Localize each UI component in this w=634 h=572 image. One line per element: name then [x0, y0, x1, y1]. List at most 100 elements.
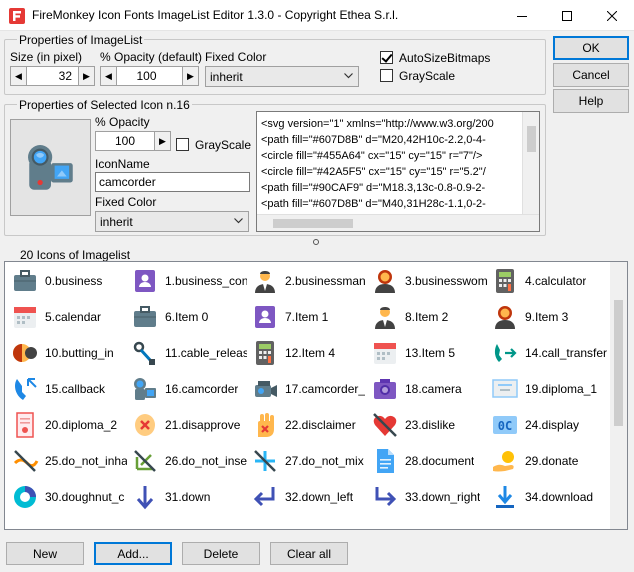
businesswoman-icon — [371, 267, 399, 295]
icon-list-item[interactable]: 26.do_not_inse — [131, 443, 247, 479]
icon-list-item[interactable]: 19.diploma_1 — [491, 371, 607, 407]
svg-line: <path fill="#90CAF9" d="M18.3,13c-0.8-0.… — [261, 182, 486, 194]
icon-list-item[interactable]: 11.cable_releas — [131, 335, 247, 371]
iconname-label: IconName — [95, 157, 150, 171]
imagelist-grayscale-checkbox[interactable] — [380, 69, 393, 82]
icon-list-item[interactable]: 14.call_transfer — [491, 335, 607, 371]
svg-vscroll-thumb[interactable] — [527, 126, 536, 152]
icons-list[interactable]: 0.business 1.business_con 2.businessman 3.b… — [4, 261, 628, 530]
diploma-icon — [491, 375, 519, 403]
icon-list-item-label: 18.camera — [405, 382, 462, 396]
splitter-handle[interactable] — [313, 239, 319, 245]
icons-vertical-scrollbar[interactable] — [610, 262, 627, 529]
icon-list-item-label: 27.do_not_mix — [285, 454, 364, 468]
icon-list-item-label: 15.callback — [45, 382, 106, 396]
cancel-button[interactable]: Cancel — [553, 63, 629, 87]
autosize-label[interactable]: AutoSizeBitmaps — [399, 51, 490, 65]
icon-list-item[interactable]: 12.Item 4 — [251, 335, 367, 371]
icon-list-item[interactable]: 28.document — [371, 443, 487, 479]
size-decrement-button[interactable]: ◀ — [11, 67, 27, 85]
svg-vertical-scrollbar[interactable] — [522, 112, 539, 216]
icon-list-item[interactable]: 25.do_not_inha — [11, 443, 127, 479]
icon-list-item[interactable]: 7.Item 1 — [251, 299, 367, 335]
calendar-icon — [371, 339, 399, 367]
size-value[interactable]: 32 — [27, 67, 78, 85]
icon-list-item[interactable]: 27.do_not_mix — [251, 443, 367, 479]
imagelist-grayscale-label[interactable]: GrayScale — [399, 69, 455, 83]
icon-list-item[interactable]: 33.down_right — [371, 479, 487, 515]
icon-list-item[interactable]: 10.butting_in — [11, 335, 127, 371]
opacity-decrement-button[interactable]: ◀ — [101, 67, 117, 85]
icon-opacity-increment-button[interactable]: ▶ — [154, 132, 170, 150]
icons-panel-legend: 20 Icons of Imagelist — [20, 248, 131, 262]
icon-list-item-label: 30.doughnut_c — [45, 490, 125, 504]
window-title: FireMonkey Icon Fonts ImageList Editor 1… — [32, 8, 399, 22]
icon-grayscale-label[interactable]: GrayScale — [195, 138, 251, 152]
maximize-button[interactable] — [544, 0, 589, 31]
icon-list-item[interactable]: 20.diploma_2 — [11, 407, 127, 443]
icon-list-item[interactable]: 2.businessman — [251, 263, 367, 299]
arrow-right-icon: ▶ — [159, 135, 166, 146]
svg-text-lines[interactable]: <svg version="1" xmlns="http://www.w3.or… — [261, 116, 523, 212]
close-button[interactable] — [589, 0, 634, 31]
icon-fixed-color-select[interactable]: inherit — [95, 211, 249, 232]
size-increment-button[interactable]: ▶ — [78, 67, 94, 85]
default-opacity-spinbox[interactable]: ◀ 100 ▶ — [100, 66, 199, 86]
icon-list-item[interactable]: 22.disclaimer — [251, 407, 367, 443]
delete-button[interactable]: Delete — [182, 542, 260, 565]
svg-hscroll-thumb[interactable] — [273, 219, 353, 228]
size-spinbox[interactable]: ◀ 32 ▶ — [10, 66, 95, 86]
icon-list-item[interactable]: 34.download — [491, 479, 607, 515]
icon-list-item[interactable]: 6.Item 0 — [131, 299, 247, 335]
icon-list-item[interactable]: 0C 24.display — [491, 407, 607, 443]
icon-list-item-label: 28.document — [405, 454, 475, 468]
icon-list-item[interactable]: 23.dislike — [371, 407, 487, 443]
minimize-button[interactable] — [499, 0, 544, 31]
chevron-down-icon — [234, 218, 243, 224]
add-button[interactable]: Add... — [94, 542, 172, 565]
icon-list-item[interactable]: 21.disapprove — [131, 407, 247, 443]
icon-opacity-value[interactable]: 100 — [96, 132, 154, 150]
icon-list-item[interactable]: 18.camera — [371, 371, 487, 407]
opacity-increment-button[interactable]: ▶ — [182, 67, 198, 85]
fixed-color-select[interactable]: inherit — [205, 66, 359, 87]
icon-list-item[interactable]: 8.Item 2 — [371, 299, 487, 335]
iconname-input[interactable]: camcorder — [95, 172, 250, 192]
ok-button[interactable]: OK — [553, 36, 629, 60]
document-icon — [371, 447, 399, 475]
help-button[interactable]: Help — [553, 89, 629, 113]
icon-list-item[interactable]: 13.Item 5 — [371, 335, 487, 371]
icon-opacity-spinbox[interactable]: 100 ▶ — [95, 131, 171, 151]
icon-list-item[interactable]: 15.callback — [11, 371, 127, 407]
icon-list-item[interactable]: 17.camcorder_ — [251, 371, 367, 407]
svg-text-editor[interactable]: <svg version="1" xmlns="http://www.w3.or… — [256, 111, 540, 232]
arrow-down-right-icon — [371, 483, 399, 511]
icon-list-item[interactable]: 3.businesswom — [371, 263, 487, 299]
icon-list-item[interactable]: 1.business_con — [131, 263, 247, 299]
icon-list-item[interactable]: 0.business — [11, 263, 127, 299]
icon-list-item-label: 24.display — [525, 418, 580, 432]
icon-list-item[interactable]: 9.Item 3 — [491, 299, 607, 335]
icon-list-item-label: 9.Item 3 — [525, 310, 569, 324]
clear-all-button[interactable]: Clear all — [270, 542, 348, 565]
svg-horizontal-scrollbar[interactable] — [257, 214, 539, 231]
icon-list-item[interactable]: 31.down — [131, 479, 247, 515]
icon-list-item[interactable]: 5.calendar — [11, 299, 127, 335]
icon-list-item[interactable]: 16.camcorder — [131, 371, 247, 407]
icon-list-item[interactable]: 30.doughnut_c — [11, 479, 127, 515]
contact-badge-icon — [251, 303, 279, 331]
icon-list-item[interactable]: 29.donate — [491, 443, 607, 479]
icon-list-item[interactable]: 32.down_left — [251, 479, 367, 515]
icon-list-item-label: 6.Item 0 — [165, 310, 209, 324]
call-transfer-icon — [491, 339, 519, 367]
icon-grayscale-checkbox[interactable] — [176, 138, 189, 151]
new-button[interactable]: New — [6, 542, 84, 565]
svg-line: <svg version="1" xmlns="http://www.w3.or… — [261, 118, 494, 130]
icon-list-item[interactable]: 4.calculator — [491, 263, 607, 299]
svg-line: <circle fill="#42A5F5" cx="15" cy="15" r… — [261, 166, 486, 178]
default-opacity-value[interactable]: 100 — [117, 67, 182, 85]
icon-list-item-label: 4.calculator — [525, 274, 587, 288]
icon-list-item-label: 19.diploma_1 — [525, 382, 598, 396]
icons-scroll-thumb[interactable] — [614, 300, 623, 426]
autosize-checkbox[interactable] — [380, 51, 393, 64]
